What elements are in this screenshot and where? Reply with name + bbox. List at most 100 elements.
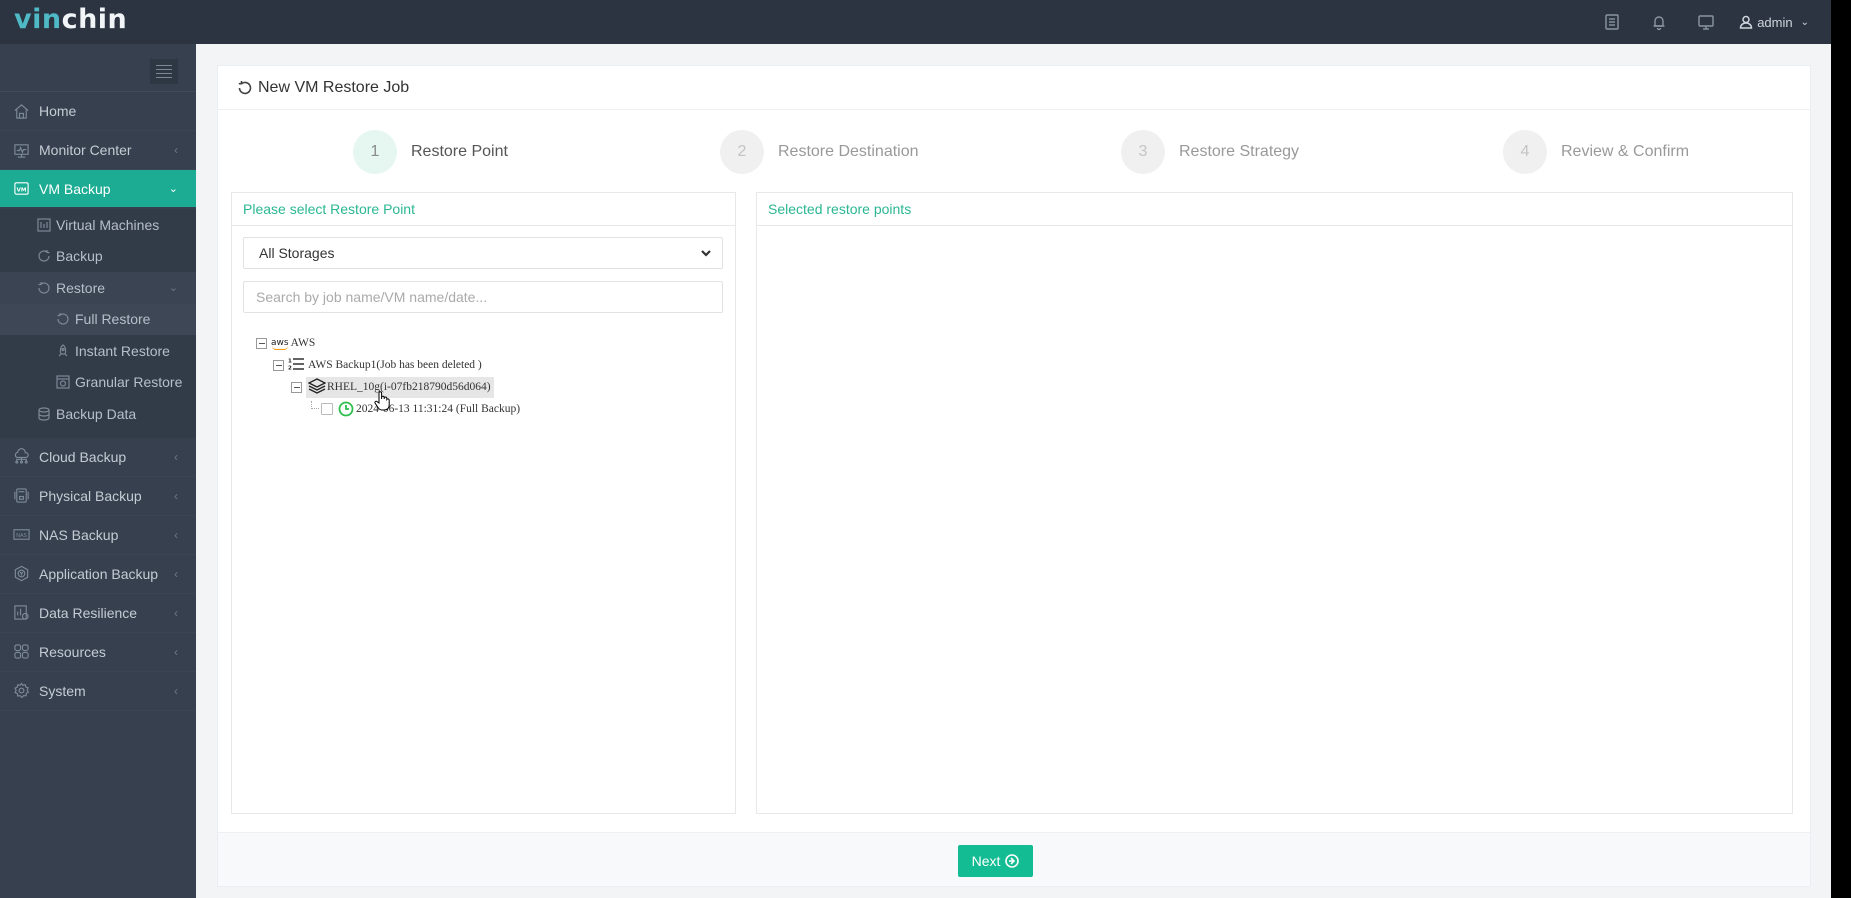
ordered-list-icon: 12 bbox=[288, 357, 304, 374]
sidebar-item-application-backup[interactable]: Application Backup ‹ bbox=[0, 555, 196, 594]
sidebar-item-label: Data Resilience bbox=[39, 604, 138, 621]
tree-connector bbox=[311, 401, 319, 409]
svg-text:1: 1 bbox=[288, 358, 292, 364]
backup-icon bbox=[36, 248, 52, 264]
task-list-icon[interactable] bbox=[1588, 0, 1635, 44]
sidebar-item-label: Application Backup bbox=[39, 565, 159, 582]
svg-text:NAS: NAS bbox=[16, 533, 27, 539]
tree-node-aws: aws AWS bbox=[256, 333, 315, 353]
sidebar-item-label: Instant Restore bbox=[75, 342, 170, 359]
sidebar-item-granular-restore[interactable]: Granular Restore bbox=[0, 367, 196, 399]
sidebar-item-full-restore[interactable]: Full Restore bbox=[0, 303, 196, 335]
wizard-footer: Next bbox=[218, 832, 1810, 886]
step-review-confirm[interactable]: 4 Review & Confirm bbox=[1503, 130, 1689, 174]
collapse-toggle[interactable] bbox=[256, 337, 267, 349]
chevron-left-icon: ‹ bbox=[174, 488, 178, 503]
cloud-icon bbox=[12, 448, 30, 466]
sidebar-item-monitor-center[interactable]: Monitor Center ‹ bbox=[0, 131, 196, 170]
monitor-icon[interactable] bbox=[1682, 0, 1729, 44]
database-icon bbox=[36, 406, 52, 422]
restore-icon bbox=[238, 80, 252, 94]
app-window: vinchin admin ⌄ Home Monitor Center ‹ VM… bbox=[0, 0, 1831, 898]
vm-backup-submenu: Virtual Machines Backup Restore ⌄ Full R… bbox=[0, 209, 196, 438]
server-icon bbox=[12, 487, 30, 505]
restore-job-card: New VM Restore Job 1 Restore Point 2 Res… bbox=[217, 65, 1811, 887]
step-label: Review & Confirm bbox=[1561, 143, 1690, 160]
panel-title: Please select Restore Point bbox=[232, 193, 735, 226]
sidebar-item-instant-restore[interactable]: Instant Restore bbox=[0, 335, 196, 367]
resources-icon bbox=[12, 643, 30, 661]
restore-icon bbox=[36, 280, 52, 296]
sidebar-item-label: Restore bbox=[56, 279, 106, 296]
collapse-toggle[interactable] bbox=[291, 381, 302, 393]
sidebar-item-label: Full Restore bbox=[75, 311, 151, 328]
home-icon bbox=[12, 102, 30, 120]
restore-point-search-input[interactable] bbox=[243, 281, 723, 313]
sidebar-item-data-resilience[interactable]: Data Resilience ‹ bbox=[0, 594, 196, 633]
chevron-down-icon bbox=[700, 246, 712, 258]
sidebar-item-label: Virtual Machines bbox=[56, 216, 160, 233]
tree-node-job: 12 AWS Backup1(Job has been deleted ) bbox=[273, 355, 482, 375]
virtual-machines-icon bbox=[36, 217, 52, 233]
tree-node-vm-selected[interactable]: RHEL_10g(i-07fb218790d56d064) bbox=[306, 376, 494, 398]
tree-node-label[interactable]: AWS bbox=[291, 337, 316, 349]
storage-select-value: All Storages bbox=[259, 245, 335, 261]
wizard-steps: 1 Restore Point 2 Restore Destination 3 … bbox=[218, 130, 1810, 174]
chevron-left-icon: ‹ bbox=[174, 683, 178, 698]
svg-text:VM: VM bbox=[16, 187, 26, 193]
tree-node-label[interactable]: AWS Backup1(Job has been deleted ) bbox=[308, 359, 482, 371]
tree-node-vm: RHEL_10g(i-07fb218790d56d064) bbox=[291, 376, 494, 398]
sidebar-item-physical-backup[interactable]: Physical Backup ‹ bbox=[0, 477, 196, 516]
step-restore-point[interactable]: 1 Restore Point bbox=[353, 130, 508, 174]
clock-icon bbox=[338, 401, 354, 417]
sidebar-item-label: NAS Backup bbox=[39, 526, 119, 543]
vinchin-logo[interactable]: vinchin bbox=[14, 4, 127, 35]
restore-point-panel: Please select Restore Point All Storages… bbox=[231, 192, 736, 814]
monitor-center-icon bbox=[12, 141, 30, 159]
gear-icon bbox=[12, 682, 30, 700]
chevron-left-icon: ‹ bbox=[174, 527, 178, 542]
user-menu[interactable]: admin ⌄ bbox=[1729, 15, 1831, 30]
next-button[interactable]: Next bbox=[958, 845, 1033, 877]
sidebar-item-backup[interactable]: Backup bbox=[0, 241, 196, 273]
granular-restore-icon bbox=[55, 374, 71, 390]
logo-text-vin: vin bbox=[14, 4, 62, 35]
step-number: 1 bbox=[353, 130, 397, 174]
sidebar-item-label: Home bbox=[39, 103, 77, 119]
bell-icon[interactable] bbox=[1635, 0, 1682, 44]
chevron-left-icon: ‹ bbox=[174, 605, 178, 620]
sidebar-item-vm-backup[interactable]: VM VM Backup ⌄ bbox=[0, 170, 196, 207]
sidebar-item-cloud-backup[interactable]: Cloud Backup ‹ bbox=[0, 438, 196, 477]
data-resilience-icon bbox=[12, 604, 30, 622]
collapse-toggle[interactable] bbox=[273, 359, 284, 371]
chevron-down-icon: ⌄ bbox=[168, 183, 178, 195]
step-restore-destination[interactable]: 2 Restore Destination bbox=[720, 130, 919, 174]
restore-point-checkbox[interactable] bbox=[321, 403, 333, 415]
sidebar-item-label: System bbox=[39, 682, 86, 699]
sidebar-item-label: Backup Data bbox=[56, 405, 137, 422]
rocket-icon bbox=[55, 343, 71, 359]
step-number: 4 bbox=[1503, 130, 1547, 174]
chevron-left-icon: ‹ bbox=[174, 143, 178, 157]
sidebar-item-home[interactable]: Home bbox=[0, 92, 196, 131]
aws-logo-icon: aws bbox=[271, 338, 289, 350]
sidebar-item-restore[interactable]: Restore ⌄ bbox=[0, 272, 196, 304]
sidebar-item-nas-backup[interactable]: NAS NAS Backup ‹ bbox=[0, 516, 196, 555]
selected-restore-points-panel: Selected restore points bbox=[756, 192, 1793, 814]
sidebar-item-system[interactable]: System ‹ bbox=[0, 672, 196, 711]
chevron-left-icon: ‹ bbox=[174, 449, 178, 464]
chevron-left-icon: ‹ bbox=[174, 644, 178, 659]
tree-node-label[interactable]: 2024-06-13 11:31:24 (Full Backup) bbox=[356, 403, 520, 415]
step-restore-strategy[interactable]: 3 Restore Strategy bbox=[1121, 130, 1299, 174]
sidebar-item-virtual-machines[interactable]: Virtual Machines bbox=[0, 209, 196, 241]
arrow-circle-right-icon bbox=[1005, 854, 1020, 868]
vm-icon: VM bbox=[12, 180, 30, 198]
sidebar-item-backup-data[interactable]: Backup Data bbox=[0, 398, 196, 430]
sidebar-item-label: Resources bbox=[39, 643, 106, 660]
chevron-left-icon: ‹ bbox=[174, 566, 178, 581]
sidebar-item-resources[interactable]: Resources ‹ bbox=[0, 633, 196, 672]
sidebar: Home Monitor Center ‹ VM VM Backup ⌄ Vir… bbox=[0, 44, 196, 898]
sidebar-collapse-button[interactable] bbox=[150, 59, 178, 84]
storage-select[interactable]: All Storages bbox=[243, 237, 723, 269]
sidebar-item-label: Monitor Center bbox=[39, 142, 132, 158]
